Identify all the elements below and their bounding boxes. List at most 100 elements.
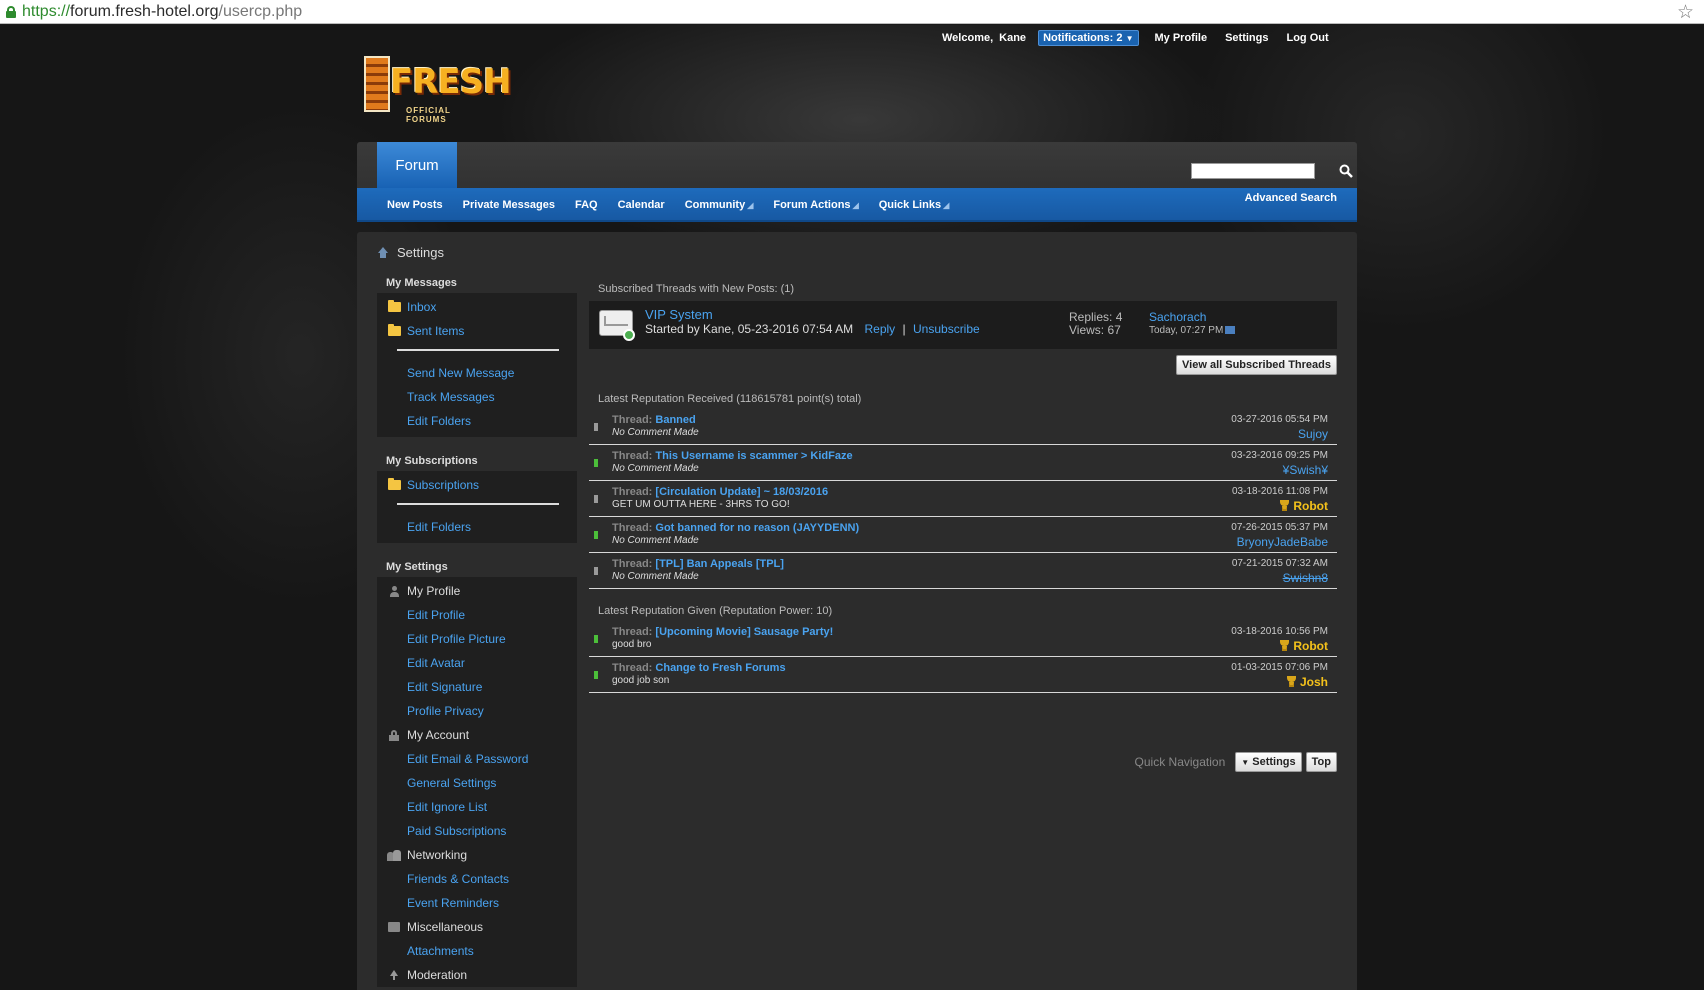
notifications-dropdown[interactable]: Notifications: 2 ▼ [1038,30,1139,46]
url-path: /usercp.php [218,2,303,20]
sidebar-item-edit-folders[interactable]: Edit Folders [377,515,577,539]
nav-forum-actions[interactable]: Forum Actions ◢ [773,199,858,211]
nav-links: New Posts Private Messages FAQ Calendar … [387,188,969,222]
thread-label: Thread: [612,486,653,498]
search-icon[interactable] [1339,164,1353,178]
unsubscribe-link[interactable]: Unsubscribe [913,322,980,336]
sidebar-item-label[interactable]: Send New Message [407,366,514,380]
home-icon[interactable] [377,246,389,259]
sidebar-item-label[interactable]: General Settings [407,776,496,790]
sidebar-item-track[interactable]: Track Messages [377,385,577,409]
sidebar-item-label[interactable]: Sent Items [407,324,464,338]
sidebar-item-label[interactable]: Edit Profile Picture [407,632,506,646]
rep-user-link[interactable]: Josh [1286,675,1328,689]
sidebar-item-label[interactable]: Track Messages [407,390,495,404]
sidebar-item-label[interactable]: Edit Folders [407,414,471,428]
view-all-subscribed-button[interactable]: View all Subscribed Threads [1176,355,1337,375]
bookmark-star-icon[interactable]: ☆ [1677,1,1694,24]
sidebar-item-label[interactable]: Event Reminders [407,896,499,910]
rep-thread: Thread: This Username is scammer > KidFa… [612,450,853,462]
sidebar-item-edit-folders[interactable]: Edit Folders [377,409,577,433]
subscribed-thread: VIP System Started by Kane, 05-23-2016 0… [589,301,1337,349]
last-post-user[interactable]: Sachorach [1149,311,1235,324]
sidebar-item-edit-avatar[interactable]: Edit Avatar [377,651,577,675]
sidebar-item-label[interactable]: Attachments [407,944,474,958]
sidebar-item-label[interactable]: Inbox [407,300,436,314]
sidebar-item-friends-contacts[interactable]: Friends & Contacts [377,867,577,891]
address-bar[interactable]: https://forum.fresh-hotel.org/usercp.php… [0,0,1704,24]
sidebar-item-label[interactable]: Edit Ignore List [407,800,487,814]
advanced-search-link[interactable]: Advanced Search [1245,192,1337,204]
rep-thread-link[interactable]: This Username is scammer > KidFaze [655,450,852,462]
chevron-down-icon: ▼ [1125,34,1134,43]
rep-user-link[interactable]: Robot [1279,639,1328,653]
url-text[interactable]: https://forum.fresh-hotel.org/usercp.php [22,3,302,21]
list-item: Thread: Got banned for no reason (JAYYDE… [589,517,1337,553]
username-link[interactable]: Kane [999,32,1026,44]
sidebar-item-label[interactable]: Paid Subscriptions [407,824,506,838]
tab-forum[interactable]: Forum [377,142,457,188]
reply-link[interactable]: Reply [865,322,896,336]
rep-thread-link[interactable]: Change to Fresh Forums [655,662,785,674]
my-profile-link[interactable]: My Profile [1155,32,1208,44]
nav-faq[interactable]: FAQ [575,199,598,211]
nav-calendar[interactable]: Calendar [618,199,665,211]
sidebar-item-event-reminders[interactable]: Event Reminders [377,891,577,915]
thread-title-link[interactable]: VIP System [645,307,713,322]
sidebar-category-label: Miscellaneous [407,920,484,934]
go-to-last-post-icon[interactable] [1225,326,1236,335]
rep-thread-link[interactable]: [TPL] Ban Appeals [TPL] [655,558,784,570]
nav-new-posts[interactable]: New Posts [387,199,443,211]
sidebar-item-edit-profile[interactable]: Edit Profile [377,603,577,627]
sidebar-item-general-settings[interactable]: General Settings [377,771,577,795]
rep-thread-link[interactable]: Got banned for no reason (JAYYDENN) [655,522,859,534]
sidebar-item-edit-signature[interactable]: Edit Signature [377,675,577,699]
sidebar-item-label[interactable]: Edit Avatar [407,656,465,670]
sidebar-item-edit-email-password[interactable]: Edit Email & Password [377,747,577,771]
rep-user-link[interactable]: Swishn8 [1283,571,1328,585]
sidebar-item-attachments[interactable]: Attachments [377,939,577,963]
navbar: Forum New Posts Private Messages FAQ Cal… [357,142,1357,222]
breadcrumb: Settings [377,245,444,260]
sidebar-item-edit-profile-picture[interactable]: Edit Profile Picture [377,627,577,651]
nav-quick-links[interactable]: Quick Links ◢ [879,199,950,211]
person-icon [389,585,400,597]
site-logo[interactable]: FRESH OFFICIAL FORUMS [360,50,512,124]
quick-navigation-settings-button[interactable]: ▼ Settings [1235,752,1302,772]
sidebar-item-label[interactable]: Friends & Contacts [407,872,509,886]
rep-comment: No Comment Made [612,571,699,582]
caret-icon: ◢ [852,200,859,210]
list-item: Thread: This Username is scammer > KidFa… [589,445,1337,481]
settings-link[interactable]: Settings [1225,32,1268,44]
sidebar-item-edit-ignore-list[interactable]: Edit Ignore List [377,795,577,819]
sidebar-item-label[interactable]: Edit Email & Password [407,752,528,766]
sidebar-item-label[interactable]: Edit Folders [407,520,471,534]
sidebar-item-sent[interactable]: Sent Items [377,319,577,343]
sidebar-item-label[interactable]: Profile Privacy [407,704,484,718]
top-button[interactable]: Top [1305,752,1337,772]
rep-thread-link[interactable]: Banned [655,414,695,426]
rep-date: 07-26-2015 05:37 PM [1231,522,1328,533]
subscriptions-block: Subscriptions Edit Folders [377,471,577,543]
rep-user-link[interactable]: Sujoy [1298,427,1328,441]
nav-private-messages[interactable]: Private Messages [463,199,555,211]
sidebar-category-my-profile: My Profile [377,579,577,603]
sidebar-item-profile-privacy[interactable]: Profile Privacy [377,699,577,723]
sidebar-item-paid-subscriptions[interactable]: Paid Subscriptions [377,819,577,843]
sidebar-item-send-new[interactable]: Send New Message [377,361,577,385]
thread-label: Thread: [612,414,653,426]
rep-user-link[interactable]: Robot [1279,499,1328,513]
rep-thread-link[interactable]: [Circulation Update] ~ 18/03/2016 [655,486,828,498]
lock-icon [6,5,16,18]
sidebar-item-subscriptions[interactable]: Subscriptions [377,473,577,497]
nav-community[interactable]: Community ◢ [685,199,754,211]
rep-user-link[interactable]: BryonyJadeBabe [1237,535,1328,549]
sidebar-item-label[interactable]: Edit Signature [407,680,482,694]
sidebar-item-label[interactable]: Edit Profile [407,608,465,622]
rep-thread-link[interactable]: [Upcoming Movie] Sausage Party! [655,626,833,638]
rep-user-link[interactable]: ¥Swish¥ [1283,463,1328,477]
sidebar-item-inbox[interactable]: Inbox [377,295,577,319]
sidebar-item-label[interactable]: Subscriptions [407,478,479,492]
logout-link[interactable]: Log Out [1286,32,1328,44]
search-input[interactable] [1191,163,1315,179]
